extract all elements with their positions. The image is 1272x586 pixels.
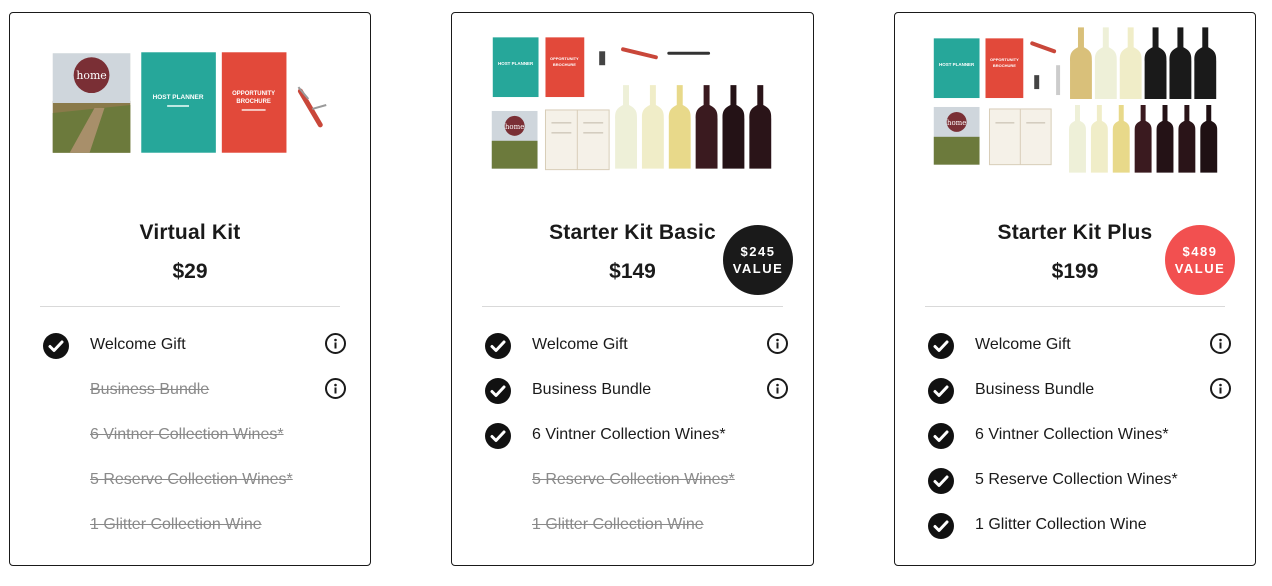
- value-badge: $489 VALUE: [1165, 225, 1235, 295]
- host-planner-image: HOST PLANNER: [492, 37, 539, 98]
- corkscrew-image: [297, 86, 327, 128]
- brochure-home-text: home: [505, 123, 524, 131]
- value-word: VALUE: [1174, 261, 1226, 276]
- host-planner-text: HOST PLANNER: [153, 94, 204, 101]
- feature-label: Business Bundle: [532, 381, 652, 398]
- feature-business-bundle: Business Bundle: [895, 368, 1255, 413]
- accessories-image: [599, 47, 711, 66]
- feature-vintner-wines: 6 Vintner Collection Wines*: [895, 413, 1255, 458]
- feature-label: 5 Reserve Collection Wines*: [975, 471, 1178, 488]
- feature-label: 6 Vintner Collection Wines*: [90, 426, 284, 443]
- value-amount: $245: [740, 244, 776, 259]
- kit-product-image: home HOST PLANNER OPPORTUNITY BROCHURE: [52, 52, 327, 153]
- check-icon: [928, 378, 954, 404]
- host-planner-image: HOST PLANNER: [141, 52, 216, 153]
- host-planner-image: HOST PLANNER: [933, 38, 980, 99]
- value-badge: $245 VALUE: [723, 225, 793, 295]
- wine-bottles-image: [615, 85, 772, 169]
- feature-list: Welcome Gift Business Bundle 6 Vintner C…: [452, 323, 813, 548]
- feature-label: Welcome Gift: [90, 336, 186, 353]
- feature-reserve-wines: 5 Reserve Collection Wines*: [452, 458, 813, 503]
- info-icon[interactable]: [767, 333, 788, 354]
- brochure-home-text: home: [76, 69, 106, 82]
- feature-label: 6 Vintner Collection Wines*: [532, 426, 726, 443]
- feature-label: Welcome Gift: [975, 336, 1071, 353]
- value-amount: $489: [1182, 244, 1218, 259]
- feature-vintner-wines: 6 Vintner Collection Wines*: [10, 413, 370, 458]
- feature-label: 6 Vintner Collection Wines*: [975, 426, 1169, 443]
- planner-sheet-image: [544, 109, 610, 171]
- kit-price: $29: [172, 260, 208, 283]
- opportunity-brochure-image: OPPORTUNITY BROCHURE: [985, 38, 1024, 99]
- check-icon: [43, 333, 69, 359]
- feature-label: 1 Glitter Collection Wine: [532, 516, 704, 533]
- feature-glitter-wine: 1 Glitter Collection Wine: [452, 503, 813, 548]
- feature-label: Business Bundle: [975, 381, 1095, 398]
- info-icon[interactable]: [1210, 378, 1231, 399]
- wine-bottles-image: [1069, 104, 1218, 173]
- kit-card-starter-plus[interactable]: HOST PLANNER OPPORTUNITY BROCHURE home S…: [894, 12, 1256, 566]
- feature-label: 5 Reserve Collection Wines*: [532, 471, 735, 488]
- feature-list: Welcome Gift Business Bundle 6 Vintner C…: [10, 323, 370, 548]
- info-icon[interactable]: [325, 378, 346, 399]
- glitter-wine-bottles-image: [1070, 27, 1217, 100]
- check-icon: [485, 423, 511, 449]
- feature-welcome-gift: Welcome Gift: [452, 323, 813, 368]
- opportunity-brochure-image: OPPORTUNITY BROCHURE: [221, 52, 287, 153]
- feature-label: 1 Glitter Collection Wine: [975, 516, 1147, 533]
- info-icon[interactable]: [767, 378, 788, 399]
- kit-product-image: HOST PLANNER OPPORTUNITY BROCHURE home: [491, 37, 772, 171]
- feature-welcome-gift: Welcome Gift: [895, 323, 1255, 368]
- feature-label: Business Bundle: [90, 381, 210, 398]
- kit-card-starter-basic[interactable]: HOST PLANNER OPPORTUNITY BROCHURE home S…: [451, 12, 814, 566]
- feature-label: 1 Glitter Collection Wine: [90, 516, 262, 533]
- accessories-image: [1030, 41, 1061, 96]
- kit-product-image: HOST PLANNER OPPORTUNITY BROCHURE home: [933, 27, 1218, 173]
- feature-reserve-wines: 5 Reserve Collection Wines*: [895, 458, 1255, 503]
- value-word: VALUE: [732, 261, 784, 276]
- opportunity-brochure-text-1: OPPORTUNITY: [550, 56, 579, 61]
- feature-glitter-wine: 1 Glitter Collection Wine: [10, 503, 370, 548]
- feature-label: Welcome Gift: [532, 336, 628, 353]
- home-brochure-image: home: [491, 110, 538, 169]
- planner-sheet-image: [988, 108, 1052, 166]
- check-icon: [928, 468, 954, 494]
- kit-card-virtual[interactable]: home HOST PLANNER OPPORTUNITY BROCHURE V…: [9, 12, 371, 566]
- host-planner-text: HOST PLANNER: [939, 62, 975, 67]
- divider: [482, 306, 783, 307]
- feature-welcome-gift: Welcome Gift: [10, 323, 370, 368]
- info-icon[interactable]: [1210, 333, 1231, 354]
- opportunity-brochure-text-2: BROCHURE: [236, 99, 270, 105]
- feature-glitter-wine: 1 Glitter Collection Wine: [895, 503, 1255, 548]
- divider: [40, 306, 340, 307]
- opportunity-brochure-text-2: BROCHURE: [993, 63, 1016, 68]
- kit-title: Virtual Kit: [139, 221, 241, 244]
- home-brochure-image: home: [52, 53, 131, 153]
- brochure-home-text: home: [947, 119, 966, 127]
- home-brochure-image: home: [933, 106, 980, 165]
- feature-list: Welcome Gift Business Bundle 6 Vintner C…: [895, 323, 1255, 548]
- check-icon: [928, 333, 954, 359]
- check-icon: [928, 423, 954, 449]
- feature-reserve-wines: 5 Reserve Collection Wines*: [10, 458, 370, 503]
- check-icon: [485, 333, 511, 359]
- info-icon[interactable]: [325, 333, 346, 354]
- opportunity-brochure-text-1: OPPORTUNITY: [232, 91, 275, 97]
- feature-label: 5 Reserve Collection Wines*: [90, 471, 293, 488]
- check-icon: [485, 378, 511, 404]
- feature-vintner-wines: 6 Vintner Collection Wines*: [452, 413, 813, 458]
- opportunity-brochure-text-1: OPPORTUNITY: [990, 57, 1019, 62]
- host-planner-text: HOST PLANNER: [498, 61, 534, 66]
- feature-business-bundle: Business Bundle: [452, 368, 813, 413]
- feature-business-bundle: Business Bundle: [10, 368, 370, 413]
- opportunity-brochure-text-2: BROCHURE: [553, 62, 576, 67]
- divider: [925, 306, 1225, 307]
- check-icon: [928, 513, 954, 539]
- opportunity-brochure-image: OPPORTUNITY BROCHURE: [545, 37, 585, 98]
